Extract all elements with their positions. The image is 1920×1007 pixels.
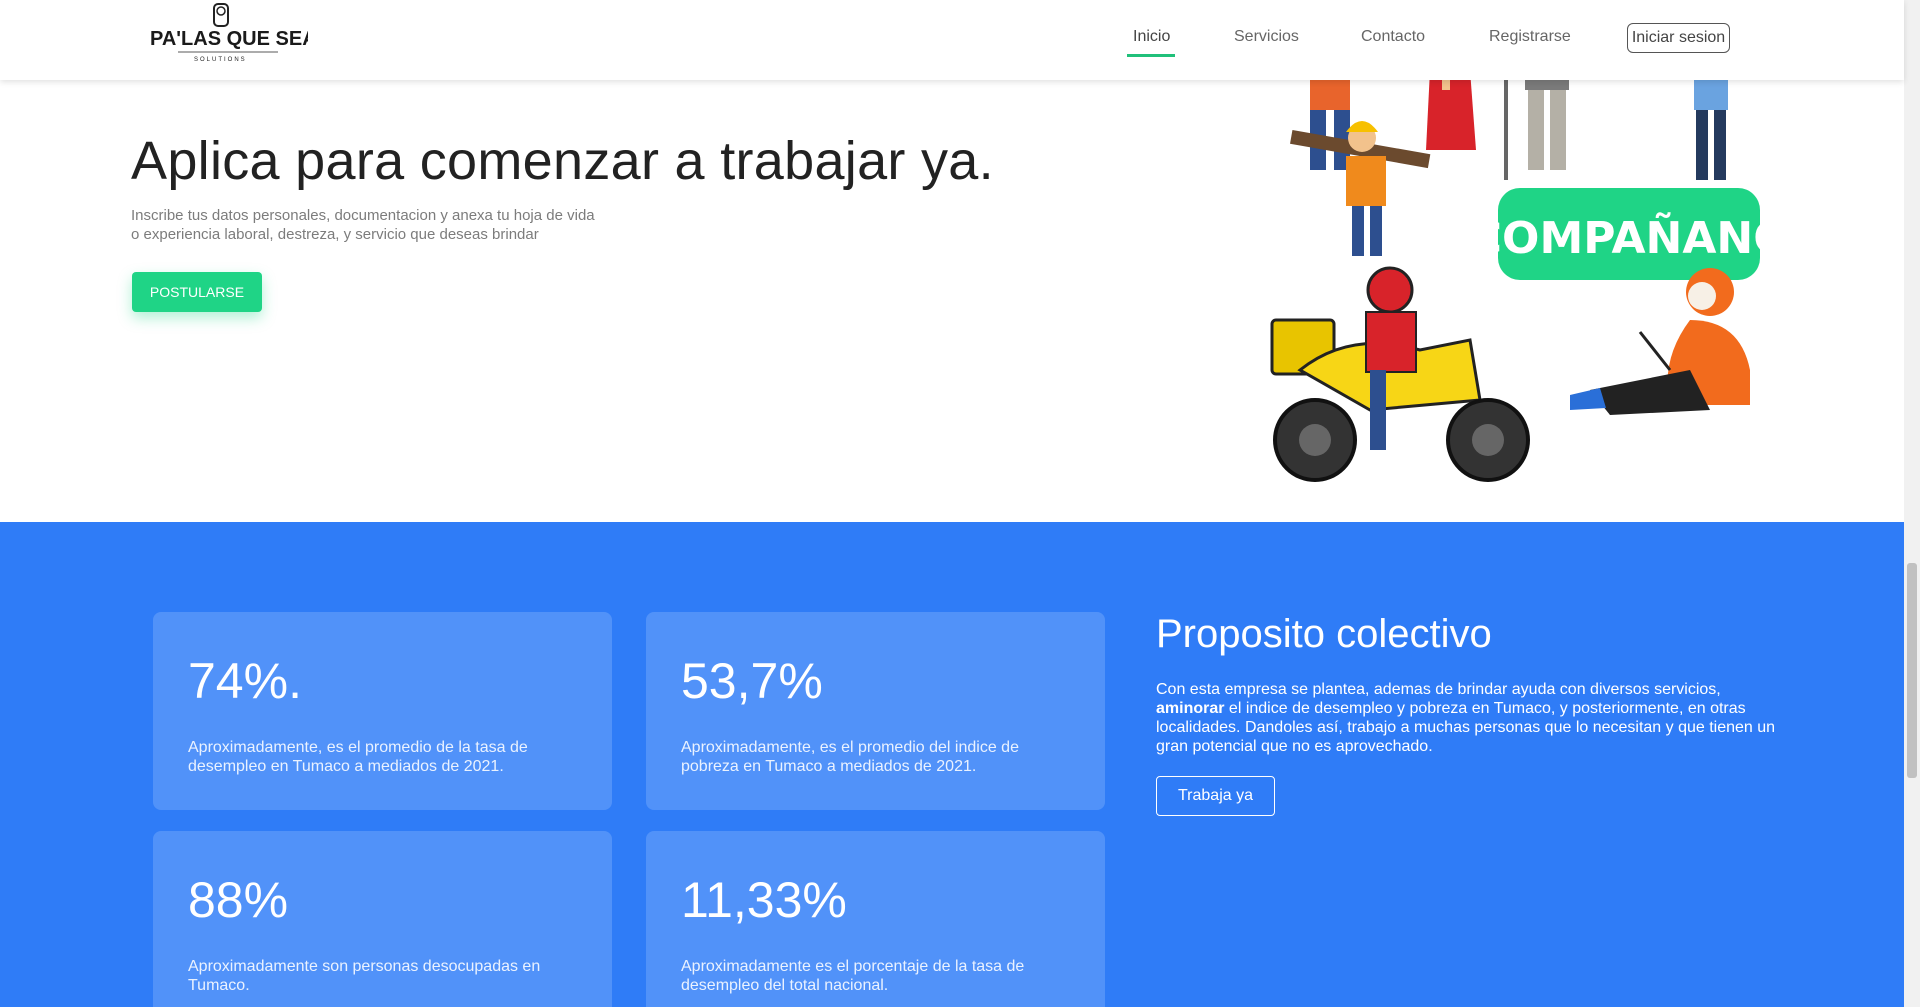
logo-mascot-icon (213, 3, 229, 27)
stat-description: Aproximadamente es el porcentaje de la t… (681, 958, 1025, 994)
stat-description: Aproximadamente son personas desocupadas… (188, 958, 541, 994)
nav-link-servicios[interactable]: Servicios (1234, 28, 1299, 46)
banner-text: ACOMPAÑANOS (1436, 211, 1780, 264)
stat-card: 88% Aproximadamente son personas desocup… (153, 831, 612, 1007)
nav-link-contacto[interactable]: Contacto (1361, 28, 1425, 46)
stat-card: 53,7% Aproximadamente, es el promedio de… (646, 612, 1105, 810)
navbar: PA'LAS QUE SEA SOLUTIONS Inicio Servicio… (0, 0, 1904, 80)
hero-title: Aplica para comenzar a trabajar ya. (131, 131, 994, 191)
scrollbar-thumb[interactable] (1907, 563, 1917, 778)
stat-value: 88% (188, 872, 289, 928)
stat-value: 74%. (188, 653, 302, 709)
stat-card: 74%. Aproximadamente, es el promedio de … (153, 612, 612, 810)
stat-card: 11,33% Aproximadamente es el porcentaje … (646, 831, 1105, 1007)
logo[interactable]: PA'LAS QUE SEA SOLUTIONS (148, 2, 308, 66)
person-laptop-icon (1570, 268, 1750, 415)
scrollbar[interactable] (1904, 0, 1920, 1007)
trabaja-ya-button[interactable]: Trabaja ya (1156, 776, 1275, 816)
proposito-text: Con esta empresa se plantea, ademas de b… (1156, 681, 1776, 755)
postularse-button[interactable]: POSTULARSE (132, 272, 262, 312)
delivery-scooter-icon (1270, 266, 1530, 482)
nav-link-registrarse[interactable]: Registrarse (1489, 28, 1571, 46)
nav-link-inicio[interactable]: Inicio (1133, 28, 1170, 46)
proposito-title: Proposito colectivo (1156, 612, 1492, 656)
stat-value: 53,7% (681, 653, 823, 709)
svg-text:PA'LAS QUE SEA: PA'LAS QUE SEA (150, 28, 308, 50)
nav-active-underline (1127, 54, 1175, 57)
stat-value: 11,33% (681, 872, 847, 928)
svg-text:SOLUTIONS: SOLUTIONS (194, 57, 247, 63)
workers-illustration: ACOMPAÑANOS (1270, 70, 1780, 482)
hero-subtitle: Inscribe tus datos personales, documenta… (131, 207, 595, 243)
stat-description: Aproximadamente, es el promedio del indi… (681, 739, 1019, 775)
login-button[interactable]: Iniciar sesion (1627, 23, 1730, 53)
stat-description: Aproximadamente, es el promedio de la ta… (188, 739, 528, 775)
